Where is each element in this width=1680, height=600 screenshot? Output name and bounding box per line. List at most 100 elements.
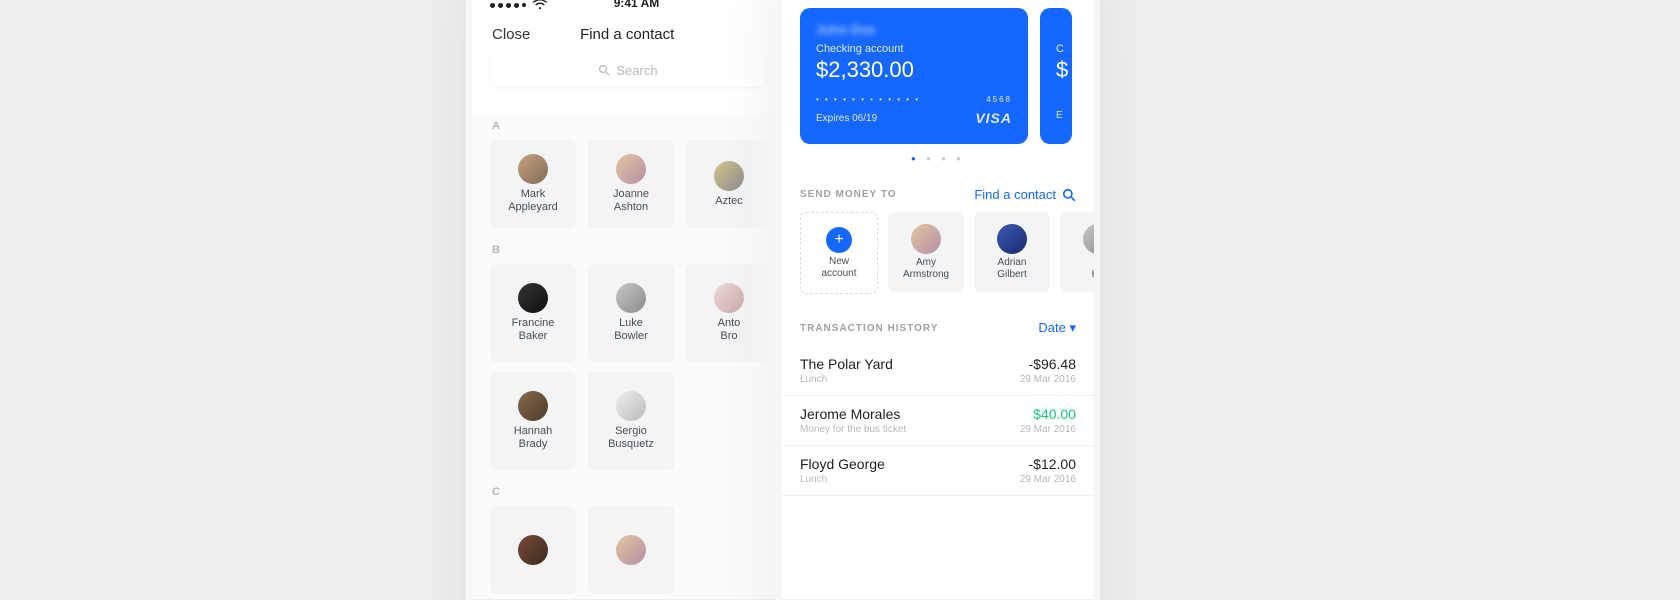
- avatar: [616, 283, 646, 313]
- phone-dashboard: John Doe Checking account $2,330.00 • • …: [776, 0, 1100, 600]
- card-owner: John Doe: [816, 22, 1012, 37]
- contact-card[interactable]: FrancineBaker: [490, 264, 576, 362]
- send-contact-card[interactable]: AdrianGilbert: [974, 212, 1050, 292]
- contact-card[interactable]: MarkAppleyard: [490, 140, 576, 228]
- tx-note: Money for the bus ticket: [800, 424, 906, 435]
- tx-amount: -$12.00: [1029, 456, 1076, 472]
- status-time: 9:41 AM: [614, 0, 660, 10]
- transaction-row[interactable]: Floyd George Lunch -$12.00 29 Mar 2016: [782, 446, 1094, 496]
- send-money-row[interactable]: + Newaccount AmyArmstrong AdrianGilbert …: [782, 212, 1094, 302]
- contact-first: Mark: [521, 188, 545, 200]
- tx-date: 29 Mar 2016: [1020, 474, 1076, 485]
- section-letter-b: B: [472, 238, 784, 264]
- transaction-row[interactable]: The Polar Yard Lunch -$96.48 29 Mar 2016: [782, 346, 1094, 396]
- contact-first: Anto: [718, 317, 741, 329]
- avatar: [714, 283, 744, 313]
- new-account-card[interactable]: + Newaccount: [800, 212, 878, 294]
- nav-bar: Close Find a contact: [472, 10, 784, 53]
- contact-first: Luke: [619, 317, 643, 329]
- sort-label: Date: [1038, 320, 1065, 335]
- send-line2: account: [821, 268, 856, 279]
- card-mask: • • • • • • • • • • • •: [816, 95, 920, 104]
- tx-amount: -$96.48: [1029, 356, 1076, 372]
- send-line1: C: [1094, 257, 1100, 268]
- tx-amount: $40.00: [1033, 406, 1076, 422]
- card-account-label: Checking account: [816, 43, 1012, 55]
- contact-card[interactable]: [588, 506, 674, 594]
- section-letter-a: A: [472, 114, 784, 140]
- contact-first: Aztec: [715, 195, 743, 207]
- tx-date: 29 Mar 2016: [1020, 424, 1076, 435]
- send-money-title: SEND MONEY TO: [800, 189, 897, 200]
- contact-last: Appleyard: [508, 201, 558, 213]
- contact-last: Baker: [519, 330, 548, 342]
- send-line2: Gilbert: [997, 269, 1026, 280]
- card-balance: $2,330.00: [816, 57, 1012, 83]
- avatar: [518, 154, 548, 184]
- tx-note: Lunch: [800, 474, 885, 485]
- search-input[interactable]: Search: [490, 53, 766, 87]
- section-letter-c: C: [472, 480, 784, 506]
- contact-card[interactable]: JoanneAshton: [588, 140, 674, 228]
- contact-last: Busquetz: [608, 438, 654, 450]
- search-icon: [1062, 188, 1076, 202]
- send-contact-card[interactable]: CHo: [1060, 212, 1100, 292]
- contact-first: Hannah: [514, 425, 553, 437]
- transaction-history-title: TRANSACTION HISTORY: [800, 323, 938, 334]
- contact-first: Joanne: [613, 188, 649, 200]
- wifi-icon: [533, 0, 547, 10]
- avatar: [714, 161, 744, 191]
- page-indicator: ● ● ● ●: [782, 144, 1094, 169]
- contact-last: Bro: [720, 330, 737, 342]
- avatar: [997, 224, 1027, 254]
- tx-date: 29 Mar 2016: [1020, 374, 1076, 385]
- contact-card[interactable]: HannahBrady: [490, 372, 576, 470]
- contact-first: Sergio: [615, 425, 647, 437]
- chevron-down-icon: ▾: [1069, 320, 1076, 335]
- contact-last: Ashton: [614, 201, 648, 213]
- send-line1: New: [829, 256, 849, 267]
- avatar: [518, 391, 548, 421]
- avatar: [616, 535, 646, 565]
- sort-button[interactable]: Date ▾: [1038, 320, 1076, 336]
- signal-indicator: [490, 0, 547, 10]
- send-line1: Amy: [916, 257, 936, 268]
- avatar: [518, 283, 548, 313]
- send-line1: Adrian: [998, 257, 1027, 268]
- find-contact-label: Find a contact: [974, 187, 1056, 202]
- avatar: [911, 224, 941, 254]
- cards-carousel[interactable]: John Doe Checking account $2,330.00 • • …: [782, 0, 1094, 144]
- tx-name: The Polar Yard: [800, 356, 893, 372]
- visa-icon: VISA: [975, 110, 1012, 126]
- account-card[interactable]: John Doe Checking account $2,330.00 • • …: [800, 8, 1028, 144]
- contacts-list[interactable]: A MarkAppleyard JoanneAshton Aztec: [472, 114, 784, 600]
- page-title: Find a contact: [530, 26, 724, 43]
- plus-icon: +: [826, 227, 852, 253]
- contact-last: Brady: [519, 438, 548, 450]
- transaction-row[interactable]: Jerome Morales Money for the bus ticket …: [782, 396, 1094, 446]
- search-icon: [598, 64, 610, 76]
- tx-name: Jerome Morales: [800, 406, 906, 422]
- card-last4: 4568: [986, 95, 1012, 104]
- send-contact-card[interactable]: AmyArmstrong: [888, 212, 964, 292]
- avatar: [1083, 224, 1100, 254]
- tx-note: Lunch: [800, 374, 893, 385]
- avatar: [616, 391, 646, 421]
- find-contact-link[interactable]: Find a contact: [974, 187, 1076, 202]
- send-line2: Ho: [1092, 269, 1100, 280]
- send-line2: Armstrong: [903, 269, 949, 280]
- contact-card[interactable]: LukeBowler: [588, 264, 674, 362]
- tx-name: Floyd George: [800, 456, 885, 472]
- contact-first: Francine: [512, 317, 555, 329]
- card-expires: Expires 06/19: [816, 113, 877, 124]
- account-card-peek[interactable]: C $ E: [1040, 8, 1072, 144]
- close-button[interactable]: Close: [492, 26, 530, 43]
- status-bar: 9:41 AM: [472, 0, 784, 10]
- contact-card[interactable]: Aztec: [686, 140, 772, 228]
- contact-card[interactable]: [490, 506, 576, 594]
- phone-contacts: 9:41 AM Close Find a contact Search A: [466, 0, 790, 600]
- avatar: [616, 154, 646, 184]
- contact-card[interactable]: SergioBusquetz: [588, 372, 674, 470]
- contact-card[interactable]: AntoBro: [686, 264, 772, 362]
- contact-last: Bowler: [614, 330, 648, 342]
